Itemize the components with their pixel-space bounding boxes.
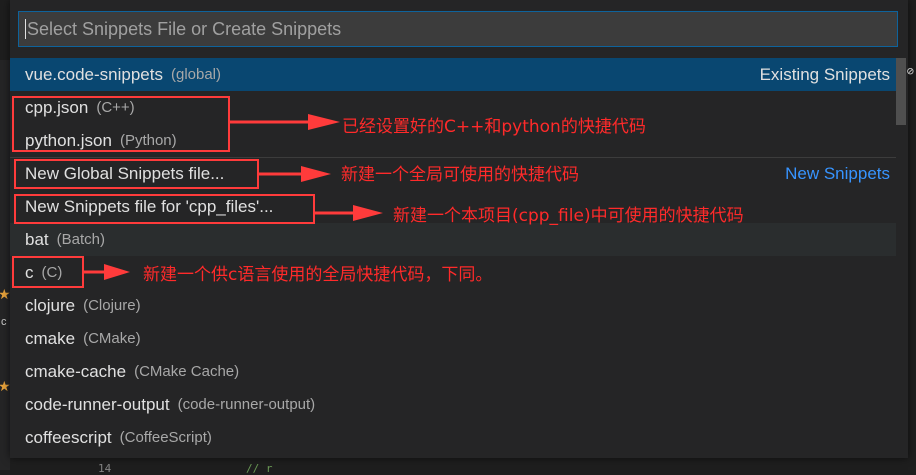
item-description: (global) <box>170 66 222 83</box>
list-item-vue-code-snippets[interactable]: vue.code-snippets (global) Existing Snip… <box>10 58 896 91</box>
item-label: cmake-cache <box>25 361 127 381</box>
list-scrollbar[interactable] <box>896 58 906 125</box>
star-icon: ★ <box>0 286 11 302</box>
list-item-code-runner-output[interactable]: code-runner-output (code-runner-output) <box>10 388 896 421</box>
annotation-existing: 已经设置好的C++和python的快捷代码 <box>342 117 646 137</box>
annotation-box-project <box>14 194 315 224</box>
arrow-icon <box>315 205 383 221</box>
list-item-cmake[interactable]: cmake (CMake) <box>10 322 896 355</box>
annotation-box-existing <box>12 96 230 152</box>
text-caret <box>25 19 26 39</box>
group-label-new-snippets: New Snippets <box>785 164 890 183</box>
item-description: (Batch) <box>56 231 105 248</box>
group-label-existing-snippets: Existing Snippets <box>759 64 890 84</box>
snippets-quick-pick: vue.code-snippets (global) Existing Snip… <box>10 0 908 458</box>
star-icon: ★ <box>0 378 11 394</box>
annotation-c: 新建一个供c语言使用的全局快捷代码，下同。 <box>143 265 493 285</box>
list-item-clojure[interactable]: clojure (Clojure) <box>10 289 896 322</box>
arrow-icon <box>259 166 331 182</box>
item-label: coffeescript <box>25 427 112 447</box>
search-box[interactable] <box>18 11 898 47</box>
arrow-icon <box>230 114 340 130</box>
annotation-global: 新建一个全局可使用的快捷代码 <box>341 165 579 185</box>
line-number: 14 <box>98 462 112 475</box>
item-label: bat <box>25 229 49 249</box>
item-label: clojure <box>25 295 76 315</box>
arrow-icon <box>84 264 130 280</box>
item-description: (CoffeeScript) <box>119 429 212 446</box>
item-description: (code-runner-output) <box>177 396 316 413</box>
list-item-bat[interactable]: bat (Batch) <box>10 223 896 256</box>
list-item-cmake-cache[interactable]: cmake-cache (CMake Cache) <box>10 355 896 388</box>
item-description: (CMake Cache) <box>134 363 240 380</box>
item-description: (Clojure) <box>83 297 141 314</box>
item-label: cmake <box>25 328 76 348</box>
annotation-box-c <box>12 256 84 288</box>
code-fragment: // r <box>246 462 273 475</box>
annotation-project: 新建一个本项目(cpp_file)中可使用的快捷代码 <box>393 206 744 226</box>
list-item-coffeescript[interactable]: coffeescript (CoffeeScript) <box>10 421 896 454</box>
search-input[interactable] <box>27 14 897 44</box>
annotation-box-global <box>14 159 259 189</box>
gutter-glyph: c <box>1 316 7 328</box>
item-label: vue.code-snippets <box>25 64 163 84</box>
item-description: (CMake) <box>83 330 141 347</box>
editor-left-gutter: ★ c ★ <box>0 60 11 470</box>
item-label: code-runner-output <box>25 394 170 414</box>
editor-fragment-icon: ⊘ <box>906 64 914 78</box>
